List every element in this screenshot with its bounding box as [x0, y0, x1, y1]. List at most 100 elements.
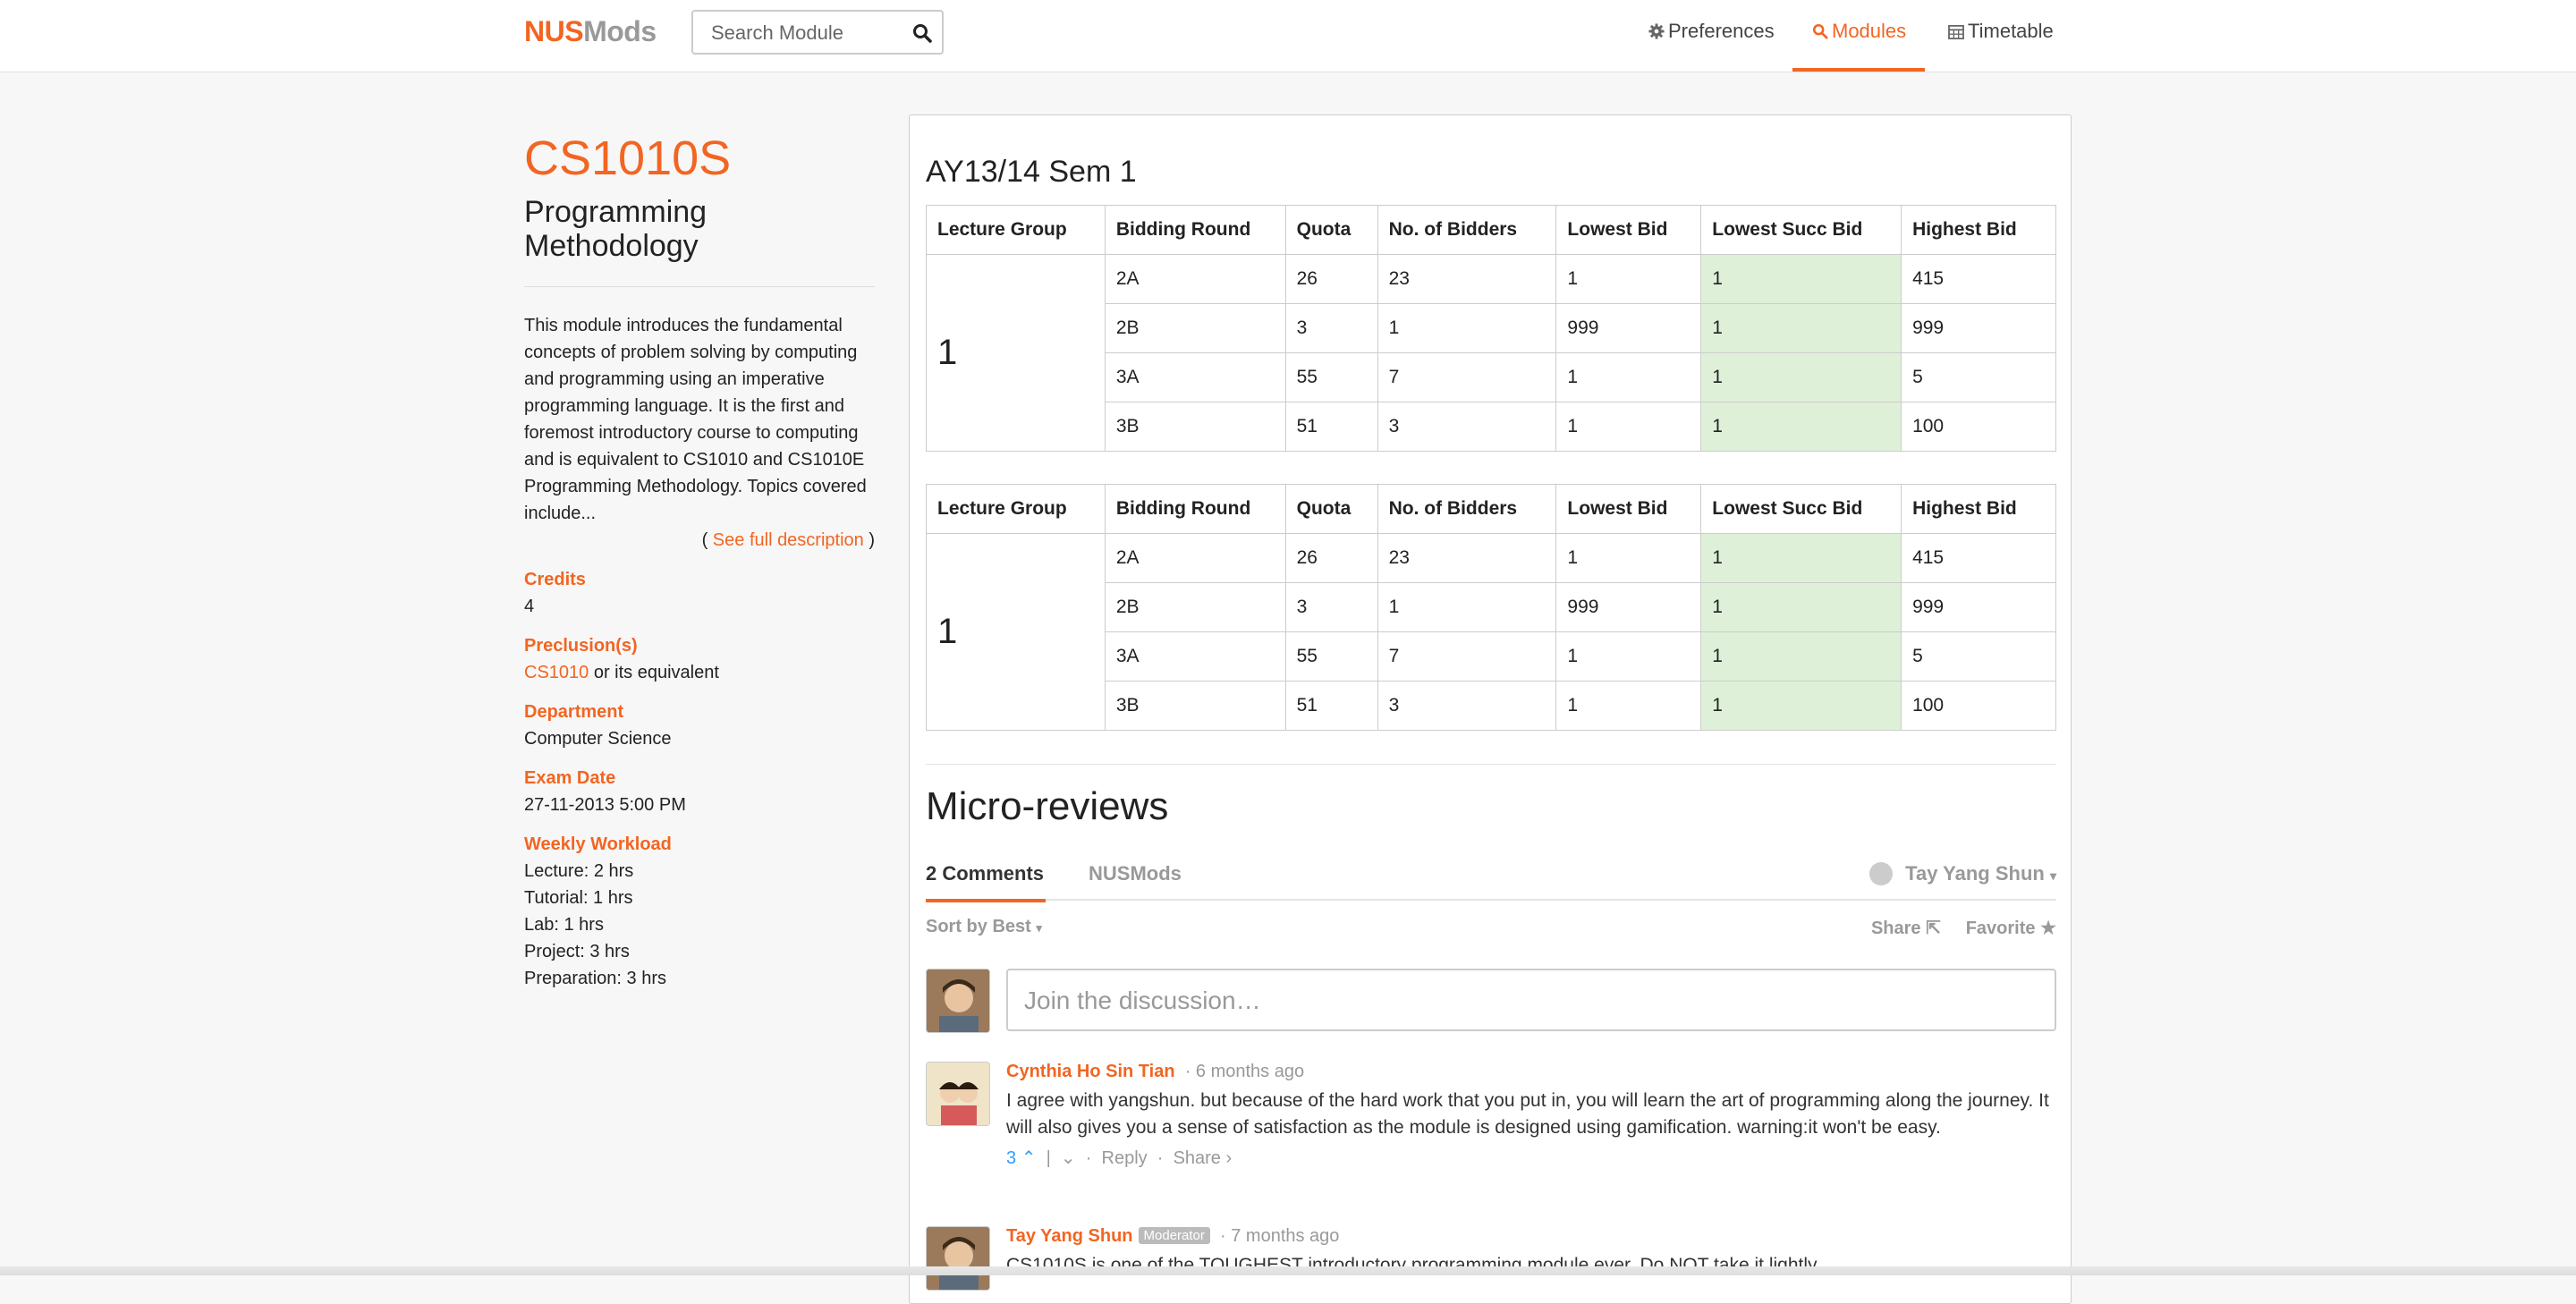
comment-author[interactable]: Cynthia Ho Sin Tian: [1006, 1062, 1175, 1081]
table-cell: 1: [1700, 582, 1902, 632]
bidding-table: Lecture Group Bidding Round Quota No. of…: [926, 205, 2056, 452]
table-cell: 2B: [1104, 582, 1286, 632]
chevron-up-icon: ⌃: [1021, 1148, 1037, 1168]
see-full-description-link[interactable]: See full description: [713, 530, 864, 550]
favorite-button[interactable]: Favorite ★: [1966, 919, 2056, 938]
comment: Cynthia Ho Sin Tian · 6 months ago I agr…: [1006, 1062, 2056, 1169]
downvote-button[interactable]: ⌄: [1061, 1148, 1076, 1168]
tab-comments[interactable]: 2 Comments: [926, 862, 1046, 902]
table-cell: 1: [1555, 631, 1702, 682]
tab-nusmods[interactable]: NUSMods: [1089, 862, 1182, 885]
nusmods-logo[interactable]: NUSMods: [524, 15, 657, 48]
search-box: [691, 10, 944, 55]
table-cell: 1: [1555, 681, 1702, 731]
nav-modules[interactable]: Modules: [1792, 20, 1925, 72]
divider: [926, 764, 2056, 765]
reply-link[interactable]: Reply: [1102, 1148, 1148, 1168]
header-cell: No. of Bidders: [1377, 205, 1557, 255]
lecture-group-cell: 1: [926, 533, 1106, 731]
preclusion-label: Preclusion(s): [524, 636, 638, 656]
department-value: Computer Science: [524, 729, 672, 749]
table-cell: 1: [1555, 533, 1702, 583]
table-cell: 3B: [1104, 402, 1286, 452]
preclusion-link[interactable]: CS1010: [524, 663, 589, 682]
table-cell: 1: [1700, 254, 1902, 304]
avatar: [926, 1226, 990, 1291]
table-cell: 2A: [1104, 533, 1286, 583]
header-cell: Highest Bid: [1901, 484, 2056, 534]
workload-lab: Lab: 1 hrs: [524, 915, 604, 935]
search-icon[interactable]: [911, 22, 933, 44]
header-cell: Highest Bid: [1901, 205, 2056, 255]
see-full-description: ( See full description ): [524, 527, 875, 554]
nav-preferences[interactable]: Preferences: [1648, 20, 1775, 72]
header-cell: Lecture Group: [926, 205, 1106, 255]
join-discussion-input[interactable]: Join the discussion…: [1006, 969, 2056, 1031]
comments-tabs: 2 Comments NUSMods Tay Yang Shun ▾: [926, 856, 2056, 902]
header-cell: Quota: [1284, 484, 1378, 534]
comment-time[interactable]: 6 months ago: [1196, 1062, 1304, 1081]
divider: [524, 286, 875, 287]
table-cell: 1: [1555, 402, 1702, 452]
top-navbar: NUSMods Preferences Modules Timetable: [0, 0, 2576, 72]
paren-close: ): [863, 530, 875, 550]
credits-label: Credits: [524, 570, 586, 589]
table-row: 1 2A 26 23 1 1 415: [926, 533, 2056, 731]
logo-mods-text: Mods: [583, 15, 657, 47]
module-detail-card: AY13/14 Sem 1 Lecture Group Bidding Roun…: [909, 114, 2072, 1304]
table-cell: 3B: [1104, 681, 1286, 731]
comment-header: Cynthia Ho Sin Tian · 6 months ago: [1006, 1062, 2056, 1082]
table-cell: 1: [1700, 681, 1902, 731]
gear-icon: [1648, 23, 1665, 39]
favorite-label: Favorite: [1965, 919, 2036, 938]
workload-lecture: Lecture: 2 hrs: [524, 861, 634, 881]
table-cell: 51: [1284, 681, 1378, 731]
share-label: Share: [1870, 919, 1921, 938]
table-cell: 100: [1901, 402, 2056, 452]
nav-timetable[interactable]: Timetable: [1948, 20, 2054, 72]
comment-actions: 3 ⌃ | ⌄ · Reply · Share ›: [1006, 1148, 1233, 1168]
table-cell: 3: [1377, 402, 1557, 452]
share-favorite: Share ⇱ Favorite ★: [1871, 917, 2056, 939]
nav-modules-label: Modules: [1832, 20, 1907, 42]
table-row: 1 2A 26 23 1 1 415: [926, 254, 2056, 452]
header-cell: Lowest Succ Bid: [1700, 205, 1902, 255]
comment-author[interactable]: Tay Yang Shun: [1006, 1226, 1133, 1246]
separator-dot: ·: [1215, 1226, 1232, 1246]
header-cell: Lowest Bid: [1555, 484, 1702, 534]
caret-down-icon: ▾: [1036, 921, 1042, 935]
table-cell: 999: [1901, 303, 2056, 353]
workload-preparation: Preparation: 3 hrs: [524, 969, 666, 988]
preclusion-value: CS1010 or its equivalent: [524, 659, 875, 686]
avatar-photo-icon: [927, 1063, 989, 1125]
sort-dropdown[interactable]: Sort by Best ▾: [926, 917, 1042, 936]
share-button[interactable]: Share ⇱: [1871, 919, 1941, 938]
table-cell: 1: [1700, 402, 1902, 452]
comment-time[interactable]: 7 months ago: [1231, 1226, 1339, 1246]
credits-value: 4: [524, 597, 535, 616]
user-menu[interactable]: Tay Yang Shun ▾: [1869, 862, 2056, 885]
table-cell: 1: [1700, 352, 1902, 402]
user-avatar-icon: [1869, 862, 1894, 885]
header-cell: Lecture Group: [926, 484, 1106, 534]
exam-date-value: 27-11-2013 5:00 PM: [524, 795, 686, 815]
table-cell: 51: [1284, 402, 1378, 452]
share-link[interactable]: Share ›: [1174, 1148, 1233, 1168]
search-input[interactable]: [709, 21, 910, 46]
comment-text: I agree with yangshun. but because of th…: [1006, 1090, 2049, 1138]
table-cell: 7: [1377, 352, 1557, 402]
workload-tutorial: Tutorial: 1 hrs: [524, 888, 633, 908]
upvote-button[interactable]: 3 ⌃: [1006, 1148, 1036, 1168]
table-cell: 3: [1284, 582, 1378, 632]
table-header-row: Lecture Group Bidding Round Quota No. of…: [926, 484, 2056, 534]
table-cell: 26: [1284, 533, 1378, 583]
share-icon: ⇱: [1926, 919, 1941, 938]
module-title: Programming Methodology: [524, 195, 708, 263]
table-cell: 415: [1901, 533, 2056, 583]
table-cell: 3A: [1104, 631, 1286, 682]
comment-header: Tay Yang Shun Moderator · 7 months ago: [1006, 1226, 2056, 1247]
table-cell: 1: [1555, 352, 1702, 402]
avatar: [926, 969, 990, 1033]
separator-dot: ·: [1180, 1062, 1196, 1081]
table-cell: 1: [1700, 303, 1902, 353]
